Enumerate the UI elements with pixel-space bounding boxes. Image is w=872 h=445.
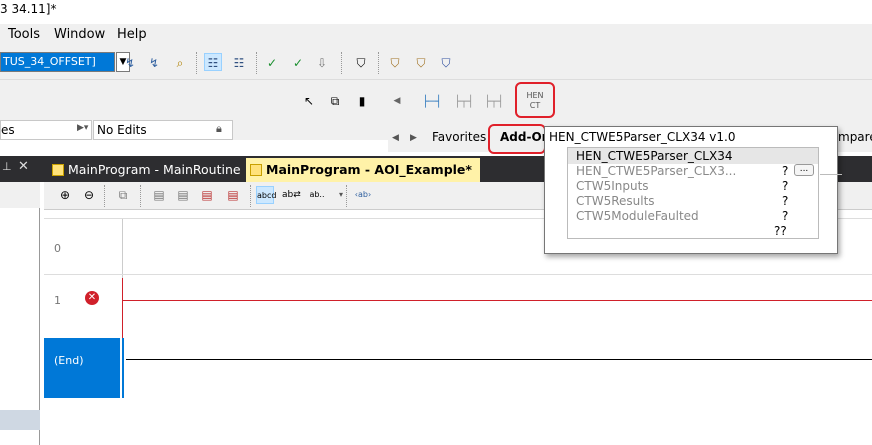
toolbar-separator xyxy=(378,52,379,74)
rung-edit-icon[interactable]: ▤ xyxy=(150,186,168,204)
zoom-in-icon[interactable]: ⊕ xyxy=(56,186,74,204)
zoom-out-icon[interactable]: ⊖ xyxy=(80,186,98,204)
path-combo[interactable]: TUS_34_OFFSET] xyxy=(0,52,115,72)
branch-level-icon[interactable]: ├┬┤ xyxy=(482,92,506,112)
bottom-value: ?? xyxy=(774,224,787,238)
close-icon[interactable]: ✕ xyxy=(18,159,29,174)
lock-edit-icon[interactable]: ⛉ xyxy=(412,54,430,72)
main-toolbar: TUS_34_OFFSET] ▼ ↯ ↯ ⌕ ☷ ☷ ✓ ✓ ⇩ ⛉ ⛉ ⛉ ⛉ xyxy=(0,46,872,80)
scroll-right-icon[interactable]: ▶ xyxy=(410,133,417,143)
network-icon[interactable]: ⧉ xyxy=(326,92,344,110)
title-bar: 3 34.11]* xyxy=(0,0,872,24)
network-view-icon[interactable]: ⧉ xyxy=(114,186,132,204)
param-name: CTW5Inputs xyxy=(576,179,649,193)
element-toolbar: ↖ ⧉ ▮ ◀ ├─┤ ├┬┤ ├┬┤ HEN CT xyxy=(0,80,872,120)
status-panel-left: es ▶▾ xyxy=(0,120,92,140)
param-value: ? xyxy=(782,164,789,178)
menu-bar: Tools Window Help xyxy=(0,24,872,46)
end-label: (End) xyxy=(54,354,84,367)
goto-next-icon[interactable]: ↯ xyxy=(145,54,163,72)
scroll-left-icon[interactable]: ◀ xyxy=(392,133,399,143)
edit-status-text: No Edits xyxy=(97,123,147,137)
rung-icon[interactable]: ├─┤ xyxy=(420,92,444,112)
chevron-down-icon[interactable]: ▾ xyxy=(332,186,350,204)
status-left-text: es xyxy=(1,123,15,137)
rung-wire-error xyxy=(122,300,872,301)
aoi-instruction-block: HEN_CTWE5Parser_CLX34 HEN_CTWE5Parser_CL… xyxy=(567,147,842,239)
cancel-edit-icon[interactable]: ▤ xyxy=(198,186,216,204)
instruction-tooltip: HEN_CTWE5Parser_CLX34 v1.0 HEN_CTWE5Pars… xyxy=(544,126,842,254)
verify-icon[interactable]: ✓ xyxy=(263,54,281,72)
toolbar-separator xyxy=(346,185,347,207)
lock-icon[interactable]: ⛉ xyxy=(386,54,404,72)
toolbar-separator xyxy=(104,185,105,207)
accept-edit-icon[interactable]: ▤ xyxy=(174,186,192,204)
toolbar-separator xyxy=(250,185,251,207)
param-value: ? xyxy=(782,209,789,223)
tab-compare[interactable]: mpare xyxy=(838,130,872,144)
tab-main-routine[interactable]: MainProgram - MainRoutine xyxy=(48,158,247,182)
tab-aoi-example[interactable]: MainProgram - AOI_Example* xyxy=(246,158,480,182)
param-name: CTW5Results xyxy=(576,194,655,208)
edit-status-panel: No Edits 🔒︎ xyxy=(93,120,233,140)
end-rail xyxy=(122,338,124,398)
browse-button[interactable]: ... xyxy=(794,164,814,176)
menu-help[interactable]: Help xyxy=(117,27,147,42)
verify-all-icon[interactable]: ✓ xyxy=(289,54,307,72)
tag-description-icon[interactable]: abcd xyxy=(256,186,276,204)
end-rung-selection[interactable]: (End) xyxy=(44,338,120,398)
menu-tools[interactable]: Tools xyxy=(8,27,40,42)
window-title: 3 34.11]* xyxy=(0,2,57,16)
tree-view-icon[interactable]: ☷ xyxy=(204,53,222,71)
text-format-icon[interactable]: ab.. xyxy=(308,186,326,204)
left-pane xyxy=(0,182,40,445)
left-power-rail-error xyxy=(122,278,123,338)
hierarchy-icon[interactable]: ☷ xyxy=(230,54,248,72)
ladder-icon xyxy=(52,164,64,176)
toolbar-separator xyxy=(341,52,342,74)
menu-window[interactable]: Window xyxy=(54,27,105,42)
output-wire xyxy=(820,174,842,175)
error-icon[interactable]: ✕ xyxy=(85,291,99,305)
rung-divider xyxy=(44,274,872,275)
find-icon[interactable]: ⌕ xyxy=(171,54,189,72)
battery-icon[interactable]: ▮ xyxy=(353,92,371,110)
param-value: ? xyxy=(782,179,789,193)
download-icon[interactable]: ⇩ xyxy=(313,54,331,72)
swap-icon[interactable]: ab⇄ xyxy=(282,186,301,204)
branch-icon[interactable]: ├┬┤ xyxy=(452,92,476,112)
param-value: ? xyxy=(782,194,789,208)
lock-icon: 🔒︎ xyxy=(216,122,222,135)
tab-label: MainProgram - MainRoutine xyxy=(68,162,241,177)
highlight-ring xyxy=(515,82,555,118)
aoi-header: HEN_CTWE5Parser_CLX34 xyxy=(568,148,818,164)
security-shield-icon[interactable]: ⛉ xyxy=(352,54,370,72)
toolbar-separator xyxy=(196,52,197,74)
left-pane-bar xyxy=(0,182,40,208)
shield-config-icon[interactable]: ⛉ xyxy=(437,54,455,72)
left-pane-selection xyxy=(0,410,40,430)
ladder-icon xyxy=(250,164,262,176)
pin-icon[interactable]: ⊥ xyxy=(2,160,12,173)
toolbar-separator xyxy=(256,52,257,74)
popup-title: HEN_CTWE5Parser_CLX34 v1.0 xyxy=(549,130,736,144)
scroll-left-icon[interactable]: ◀ xyxy=(388,92,406,110)
end-rung-wire xyxy=(126,359,872,360)
dropdown-arrow-icon[interactable]: ▶▾ xyxy=(77,123,88,133)
pointer-icon[interactable]: ↖ xyxy=(300,92,318,110)
param-name: HEN_CTWE5Parser_CLX3... xyxy=(576,164,737,178)
highlight-ring xyxy=(488,124,546,154)
rung-number: 1 xyxy=(54,294,61,307)
delete-edit-icon[interactable]: ▤ xyxy=(224,186,242,204)
aoi-name: HEN_CTWE5Parser_CLX34 xyxy=(576,149,733,163)
tab-label: MainProgram - AOI_Example* xyxy=(266,162,472,177)
tab-favorites[interactable]: Favorites xyxy=(432,130,486,144)
toolbar-separator xyxy=(140,185,141,207)
param-name: CTW5ModuleFaulted xyxy=(576,209,699,223)
goto-icon[interactable]: ↯ xyxy=(121,54,139,72)
ab-tag-icon[interactable]: ‹ab› xyxy=(354,186,372,204)
rung-number: 0 xyxy=(54,242,61,255)
